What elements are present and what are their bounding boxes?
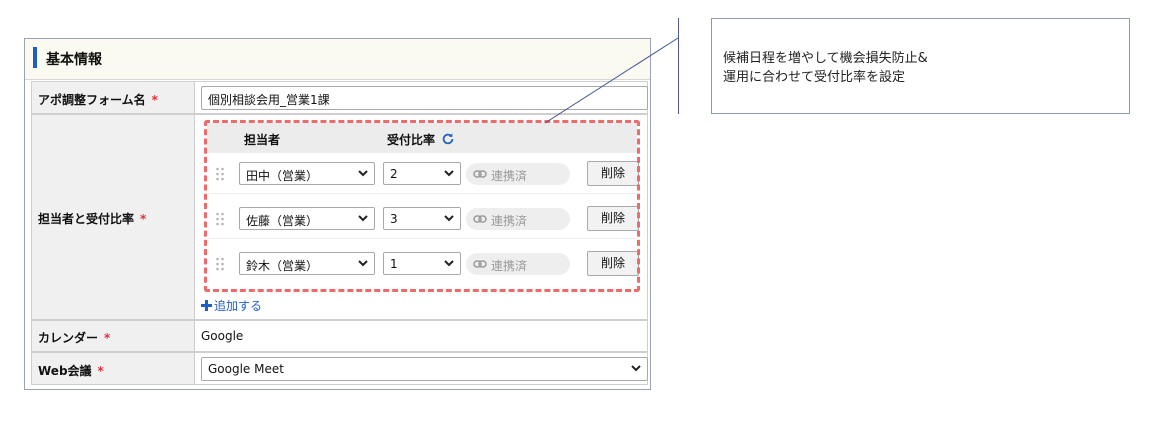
chevron-down-icon <box>631 365 641 372</box>
members-table-header: 担当者 受付比率 <box>207 123 637 153</box>
linked-status-badge: 連携済 <box>466 208 570 230</box>
calendar-label: カレンダー * <box>38 331 111 345</box>
required-mark: * <box>97 364 104 378</box>
required-mark: * <box>104 331 111 345</box>
chevron-down-icon <box>444 260 454 267</box>
member-row: 鈴木（営業） 1 連携済 削除 <box>207 244 639 284</box>
form-name-input[interactable]: 個別相談会用_営業1課 <box>201 86 648 110</box>
ratio-select[interactable]: 2 <box>383 162 461 185</box>
delete-button[interactable]: 削除 <box>587 251 639 276</box>
refresh-icon[interactable] <box>441 132 455 146</box>
callout-line-2: 運用に合わせて受付比率を設定 <box>723 70 906 85</box>
chevron-down-icon <box>358 260 368 267</box>
link-icon <box>473 260 487 268</box>
delete-button[interactable]: 削除 <box>587 161 639 186</box>
linked-status-badge: 連携済 <box>466 163 570 185</box>
members-label: 担当者と受付比率 * <box>38 212 147 226</box>
form-name-row: アポ調整フォーム名 * 個別相談会用_営業1課 <box>31 81 648 114</box>
form-name-label: アポ調整フォーム名 * <box>38 93 158 107</box>
col-person-header: 担当者 <box>244 133 281 147</box>
chevron-down-icon <box>358 170 368 177</box>
calendar-value: Google <box>201 329 244 343</box>
section-header: 基本情報 <box>25 39 650 80</box>
callout-note: 候補日程を増やして機会損失防止& 運用に合わせて受付比率を設定 <box>711 18 1130 114</box>
ratio-select[interactable]: 1 <box>383 252 461 275</box>
plus-icon <box>201 300 212 311</box>
drag-handle-icon[interactable] <box>215 257 225 271</box>
link-icon <box>473 170 487 178</box>
section-title: 基本情報 <box>46 52 102 68</box>
person-select[interactable]: 田中（営業） <box>239 162 375 185</box>
chevron-down-icon <box>358 215 368 222</box>
person-select[interactable]: 鈴木（営業） <box>239 252 375 275</box>
web-meeting-label: Web会議 * <box>38 364 104 378</box>
calendar-row: カレンダー * Google <box>31 320 648 352</box>
chevron-down-icon <box>444 170 454 177</box>
required-mark: * <box>140 212 147 226</box>
add-member-link[interactable]: 追加する <box>201 297 262 314</box>
members-table: 担当者 受付比率 田中（営業） 2 連携済 削除 佐藤（営業） 3 連携済 削除… <box>204 120 640 292</box>
web-meeting-select[interactable]: Google Meet <box>201 357 648 381</box>
required-mark: * <box>151 93 158 107</box>
chevron-down-icon <box>444 215 454 222</box>
callout-line-1: 候補日程を増やして機会損失防止& <box>723 51 928 66</box>
delete-button[interactable]: 削除 <box>587 206 639 231</box>
basic-info-panel: 基本情報 アポ調整フォーム名 * 個別相談会用_営業1課 担当者と受付比率 * 担当… <box>24 38 651 390</box>
drag-handle-icon[interactable] <box>215 167 225 181</box>
member-row: 田中（営業） 2 連携済 削除 <box>207 154 639 194</box>
members-row: 担当者と受付比率 * 担当者 受付比率 田中（営業） 2 連携済 削除 佐藤（営… <box>31 114 648 320</box>
linked-status-badge: 連携済 <box>466 253 570 275</box>
member-row: 佐藤（営業） 3 連携済 削除 <box>207 199 639 239</box>
web-meeting-row: Web会議 * Google Meet <box>31 352 648 385</box>
person-select[interactable]: 佐藤（営業） <box>239 207 375 230</box>
drag-handle-icon[interactable] <box>215 212 225 226</box>
callout-divider <box>678 18 679 114</box>
link-icon <box>473 215 487 223</box>
section-accent-bar <box>33 47 37 68</box>
ratio-select[interactable]: 3 <box>383 207 461 230</box>
col-ratio-header: 受付比率 <box>387 133 436 147</box>
